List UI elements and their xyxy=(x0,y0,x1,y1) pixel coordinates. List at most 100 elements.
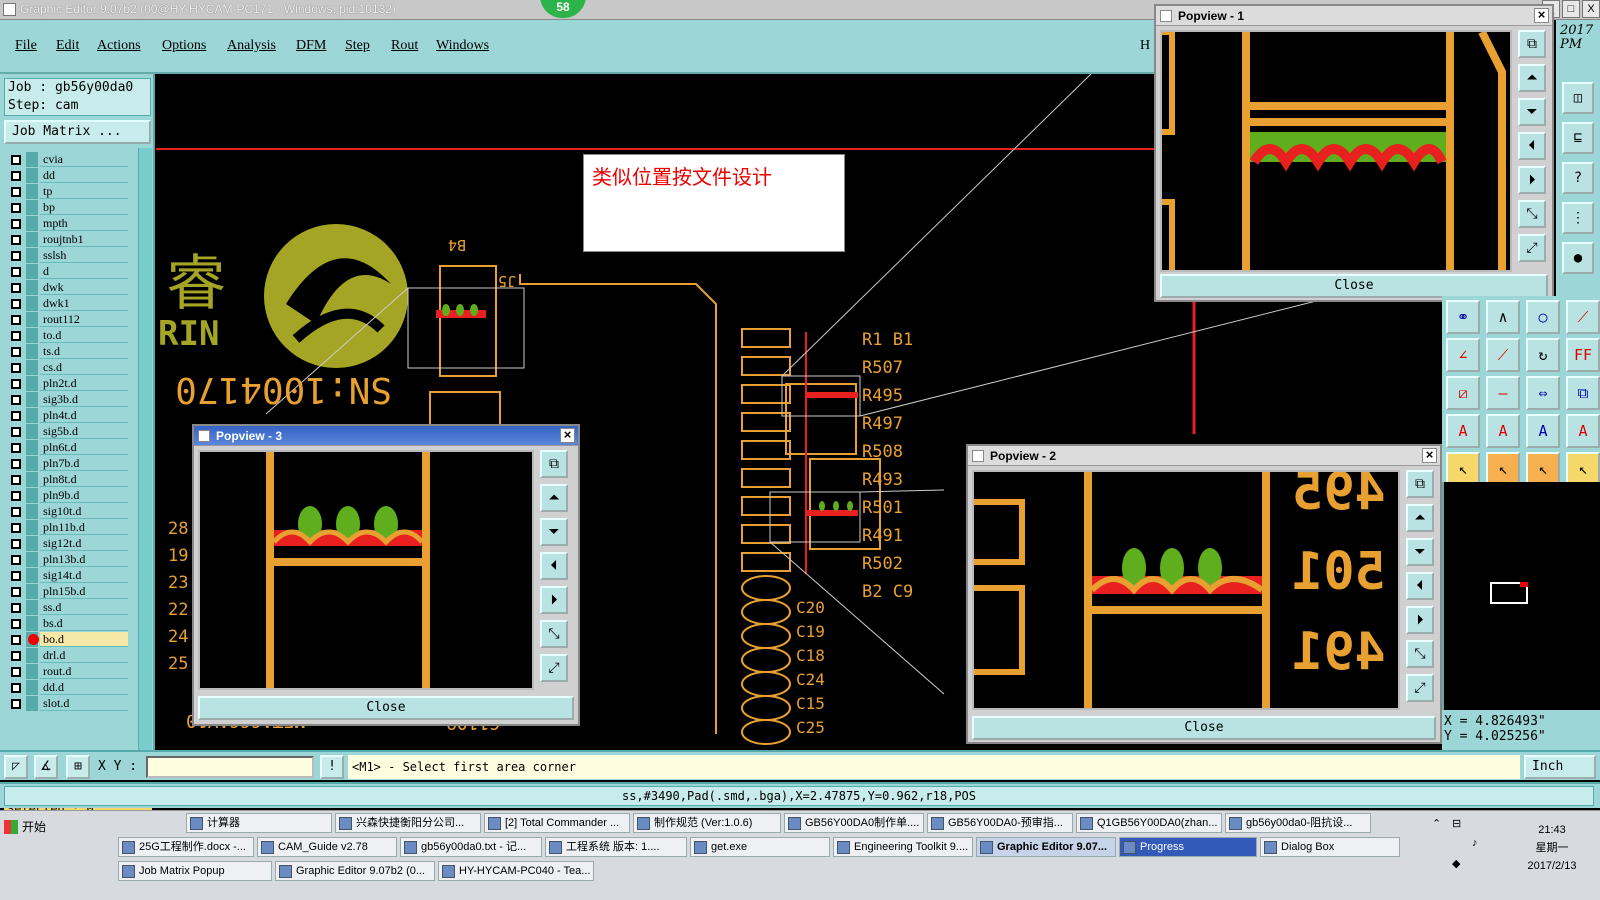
taskbar-item[interactable]: [2] Total Commander ... xyxy=(484,813,630,833)
layer-checkbox[interactable] xyxy=(11,171,21,181)
layer-row[interactable]: sig10t.d xyxy=(6,504,144,520)
line-red-icon[interactable]: ⟋ xyxy=(1566,300,1600,334)
taskbar-item[interactable]: Engineering Toolkit 9.... xyxy=(833,837,973,857)
layer-checkbox[interactable] xyxy=(11,523,21,533)
popview-2-close-x[interactable]: × xyxy=(1422,448,1437,463)
layer-checkbox[interactable] xyxy=(11,427,21,437)
popview-1-close-x[interactable]: × xyxy=(1534,8,1549,23)
layer-checkbox[interactable] xyxy=(11,443,21,453)
taskbar-item[interactable]: Dialog Box xyxy=(1260,837,1400,857)
layer-checkbox[interactable] xyxy=(11,635,21,645)
taskbar-item[interactable]: 兴森快捷衡阳分公司... xyxy=(335,813,481,833)
tray-volume-icon[interactable]: ♪ xyxy=(1472,837,1486,851)
popview-pan-up-icon[interactable]: ⏶ xyxy=(1518,64,1546,92)
layer-checkbox[interactable] xyxy=(11,619,21,629)
popview-pan-up-icon[interactable]: ⏶ xyxy=(1406,504,1434,532)
layer-row[interactable]: dwk xyxy=(6,280,144,296)
layer-row[interactable]: bs.d xyxy=(6,616,144,632)
circle-icon[interactable]: ○ xyxy=(1526,300,1560,334)
taskbar-item[interactable]: CAM_Guide v2.78 xyxy=(257,837,397,857)
layer-checkbox[interactable] xyxy=(11,459,21,469)
layer-row[interactable]: pln7b.d xyxy=(6,456,144,472)
layer-row[interactable]: rout112 xyxy=(6,312,144,328)
popview-2-titlebar[interactable]: Popview - 2 × xyxy=(968,446,1440,466)
layer-checkbox[interactable] xyxy=(11,491,21,501)
layer-row[interactable]: sig3b.d xyxy=(6,392,144,408)
menu-file[interactable]: File xyxy=(15,38,37,54)
notification-badge[interactable]: 58 xyxy=(540,0,586,18)
layer-row[interactable]: mpth xyxy=(6,216,144,232)
menu-rout[interactable]: Rout xyxy=(391,38,418,54)
popview-1-close-button[interactable]: Close xyxy=(1160,274,1548,298)
popview-zoom-in-icon[interactable]: ⤡ xyxy=(540,620,568,648)
popview-zoom-out-icon[interactable]: ⤢ xyxy=(1406,674,1434,702)
measure-icon[interactable]: ⋮ xyxy=(1562,202,1594,234)
menu-actions[interactable]: Actions xyxy=(97,38,141,54)
xy-input[interactable] xyxy=(146,756,314,778)
layer-row[interactable]: drl.d xyxy=(6,648,144,664)
menu-edit[interactable]: Edit xyxy=(56,38,79,54)
tray-network-icon[interactable]: ⊟ xyxy=(1452,817,1466,831)
popview-3-close-button[interactable]: Close xyxy=(198,696,574,720)
help-icon[interactable]: ? xyxy=(1562,162,1594,194)
layer-checkbox[interactable] xyxy=(11,235,21,245)
layer-row[interactable]: bp xyxy=(6,200,144,216)
layer-row[interactable]: to.d xyxy=(6,328,144,344)
taskbar-item[interactable]: 25G工程制作.docx -... xyxy=(118,837,254,857)
popview-pan-right-icon[interactable]: ⏵ xyxy=(1518,166,1546,194)
menu-step[interactable]: Step xyxy=(345,38,370,54)
layer-row[interactable]: pln8t.d xyxy=(6,472,144,488)
layer-row[interactable]: sslsh xyxy=(6,248,144,264)
taskbar-item[interactable]: gb56y00da0.txt - 记... xyxy=(400,837,542,857)
layer-checkbox[interactable] xyxy=(11,683,21,693)
close-button[interactable]: X xyxy=(1582,0,1600,18)
snap-icon[interactable]: ⊑ xyxy=(1562,122,1594,154)
layer-checkbox[interactable] xyxy=(11,251,21,261)
resize-icon[interactable]: ⇔ xyxy=(1526,376,1560,410)
layer-checkbox[interactable] xyxy=(11,155,21,165)
layer-row[interactable]: pln13b.d xyxy=(6,552,144,568)
pointer2-icon[interactable]: ↖ xyxy=(1486,452,1520,486)
layer-checkbox[interactable] xyxy=(11,395,21,405)
pointer3-icon[interactable]: ↖ xyxy=(1526,452,1560,486)
text-a4-icon[interactable]: A xyxy=(1566,414,1600,448)
alert-icon[interactable]: ! xyxy=(320,755,344,779)
layer-row[interactable]: pln9b.d xyxy=(6,488,144,504)
pad-icon[interactable]: ● xyxy=(1562,242,1594,274)
layer-row[interactable]: ss.d xyxy=(6,600,144,616)
layer-checkbox[interactable] xyxy=(11,187,21,197)
hline-icon[interactable]: — xyxy=(1486,376,1520,410)
layer-checkbox[interactable] xyxy=(11,283,21,293)
taskbar-item[interactable]: GB56Y00DA0制作单.... xyxy=(784,813,924,833)
layer-checkbox[interactable] xyxy=(11,379,21,389)
layer-row[interactable]: sig5b.d xyxy=(6,424,144,440)
layer-row[interactable]: pln2t.d xyxy=(6,376,144,392)
layer-row[interactable]: slot.d xyxy=(6,696,144,712)
taskbar-item[interactable]: GB56Y00DA0-预审指... xyxy=(927,813,1073,833)
layer-row[interactable]: ts.d xyxy=(6,344,144,360)
layer-checkbox[interactable] xyxy=(11,315,21,325)
popview-pan-right-icon[interactable]: ⏵ xyxy=(540,586,568,614)
line-draw-icon[interactable]: ∠ xyxy=(1446,338,1480,372)
menu-help-partial[interactable]: H xyxy=(1140,38,1150,54)
layer-row[interactable]: sig12t.d xyxy=(6,536,144,552)
connect-icon[interactable]: ⚭ xyxy=(1446,300,1480,334)
menu-dfm[interactable]: DFM xyxy=(296,38,326,54)
popview-3-titlebar[interactable]: Popview - 3 × xyxy=(194,426,578,446)
start-button[interactable]: 开始 xyxy=(2,817,54,837)
layer-checkbox[interactable] xyxy=(11,571,21,581)
popview-zoom-out-icon[interactable]: ⤢ xyxy=(1518,234,1546,262)
popview-1-titlebar[interactable]: Popview - 1 × xyxy=(1156,6,1552,26)
layer-row[interactable]: pln6t.d xyxy=(6,440,144,456)
layer-checkbox[interactable] xyxy=(11,203,21,213)
move-pad-icon[interactable]: ⧄ xyxy=(1446,376,1480,410)
popview-zoom-in-icon[interactable]: ⤡ xyxy=(1406,640,1434,668)
menu-windows[interactable]: Windows xyxy=(436,38,489,54)
popview-pan-left-icon[interactable]: ⏴ xyxy=(1518,132,1546,160)
zoom-measure-icon[interactable]: ∡ xyxy=(34,755,58,779)
layer-row[interactable]: d xyxy=(6,264,144,280)
overview-map[interactable] xyxy=(1442,482,1600,710)
tray-app-icon[interactable]: ◆ xyxy=(1452,857,1466,871)
popview-zoom-fit-icon[interactable]: ⧉ xyxy=(1518,30,1546,58)
layer-row[interactable]: dwk1 xyxy=(6,296,144,312)
